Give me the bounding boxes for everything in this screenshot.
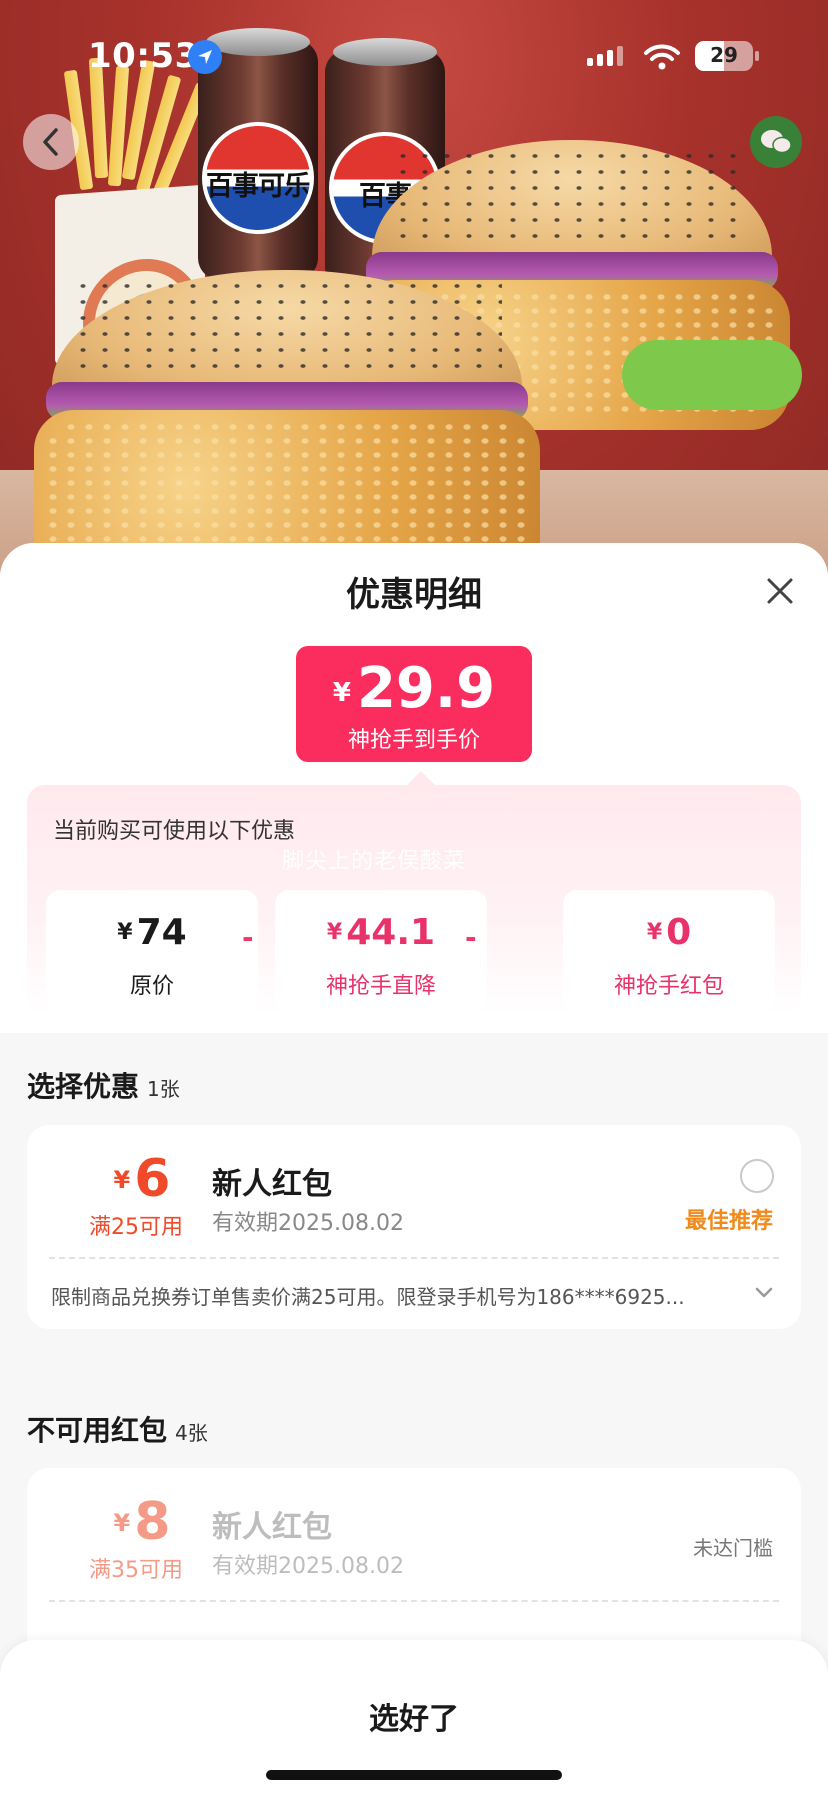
- coupon-amount: ¥6: [87, 1149, 197, 1209]
- discount-hint: 当前购买可使用以下优惠: [53, 819, 296, 844]
- wifi-icon: [644, 44, 680, 74]
- direct-discount-label: 神抢手直降: [325, 974, 436, 999]
- chevron-down-icon[interactable]: [755, 1287, 773, 1299]
- red-packet-value: 0: [666, 912, 692, 953]
- red-packet-label: 神抢手红包: [613, 974, 724, 999]
- close-button[interactable]: [762, 573, 798, 609]
- final-price: ¥29.9: [296, 656, 532, 721]
- coupon-select-radio[interactable]: [740, 1159, 774, 1193]
- final-price-label: 神抢手到手价: [347, 728, 480, 753]
- watermark-text: 脚尖上的老俣酸菜: [282, 849, 467, 874]
- currency-symbol: ¥: [113, 1166, 131, 1194]
- minus-operator: -: [242, 921, 254, 954]
- confirm-button[interactable]: 选好了: [0, 1694, 828, 1738]
- battery-level: 29: [710, 43, 738, 67]
- sheet-title: 优惠明细: [346, 575, 482, 615]
- coupon-divider: [49, 1600, 779, 1602]
- coupon-status: 未达门槛: [693, 1536, 773, 1560]
- currency-symbol: ¥: [332, 678, 351, 708]
- unavailable-coupon-title: 不可用红包: [27, 1414, 168, 1447]
- discount-detail-sheet: 优惠明细 ¥29.9 神抢手到手价 当前购买可使用以下优惠 脚尖上的老俣酸菜 ¥…: [0, 543, 828, 1795]
- coupon-validity: 有效期2025.08.02: [212, 1554, 404, 1579]
- product-hero-image: 百事可乐 百事 10:53 29: [0, 0, 828, 600]
- final-price-amount: 29.9: [356, 656, 496, 721]
- currency-symbol: ¥: [646, 920, 663, 945]
- currency-symbol: ¥: [117, 920, 133, 945]
- coupon-amount: ¥8: [87, 1492, 197, 1552]
- coupon-validity: 有效期2025.08.02: [212, 1211, 404, 1236]
- coupon-condition: 满35可用: [89, 1558, 183, 1583]
- cellular-signal-icon: [587, 46, 623, 66]
- can-brand-text: 百事可乐: [206, 171, 310, 202]
- back-button[interactable]: [23, 114, 79, 170]
- chevron-left-icon: [43, 128, 58, 156]
- wechat-icon: [761, 130, 792, 154]
- status-time: 10:53: [88, 36, 199, 76]
- currency-symbol: ¥: [326, 920, 343, 945]
- close-icon: [767, 578, 793, 604]
- direct-discount-value: 44.1: [346, 912, 436, 953]
- unavailable-coupon-count: 4张: [175, 1421, 208, 1445]
- coupon-card-available[interactable]: ¥6 满25可用 新人红包 有效期2025.08.02 最佳推荐 限制商品兑换券…: [27, 1125, 801, 1329]
- minus-operator: -: [465, 921, 477, 954]
- status-bar: 10:53 29: [0, 0, 828, 110]
- coupon-amount-value: 8: [134, 1492, 171, 1552]
- location-arrow-icon: [188, 40, 222, 74]
- coupon-name: 新人红包: [212, 1167, 332, 1202]
- coupon-condition: 满25可用: [89, 1215, 183, 1240]
- original-price-label: 原价: [129, 974, 174, 999]
- coupon-divider: [49, 1257, 779, 1259]
- battery-icon: 29: [695, 41, 759, 71]
- direct-discount-cell: ¥44.1 神抢手直降: [275, 890, 487, 1012]
- currency-symbol: ¥: [113, 1509, 131, 1537]
- final-price-tag: ¥29.9 神抢手到手价: [296, 646, 532, 762]
- original-price-cell: ¥74 原价: [46, 890, 258, 1012]
- home-indicator[interactable]: [266, 1770, 562, 1780]
- coupon-amount-value: 6: [134, 1149, 171, 1209]
- coupon-name: 新人红包: [212, 1510, 332, 1545]
- wechat-share-button[interactable]: [750, 116, 802, 168]
- coupon-description: 限制商品兑换券订单售卖价满25可用。限登录手机号为186****6925...: [51, 1285, 685, 1309]
- select-coupon-title: 选择优惠: [27, 1070, 140, 1103]
- select-coupon-heading: 选择优惠 1张: [27, 1065, 180, 1105]
- red-packet-cell: ¥0 神抢手红包: [563, 890, 775, 1012]
- unavailable-coupon-heading: 不可用红包 4张: [27, 1409, 208, 1449]
- select-coupon-count: 1张: [147, 1077, 180, 1101]
- best-recommend-tag: 最佳推荐: [685, 1209, 774, 1234]
- original-price-value: 74: [136, 912, 187, 953]
- discount-breakdown: 当前购买可使用以下优惠 脚尖上的老俣酸菜 ¥74 原价 - ¥44.1 神抢手直…: [27, 771, 801, 1015]
